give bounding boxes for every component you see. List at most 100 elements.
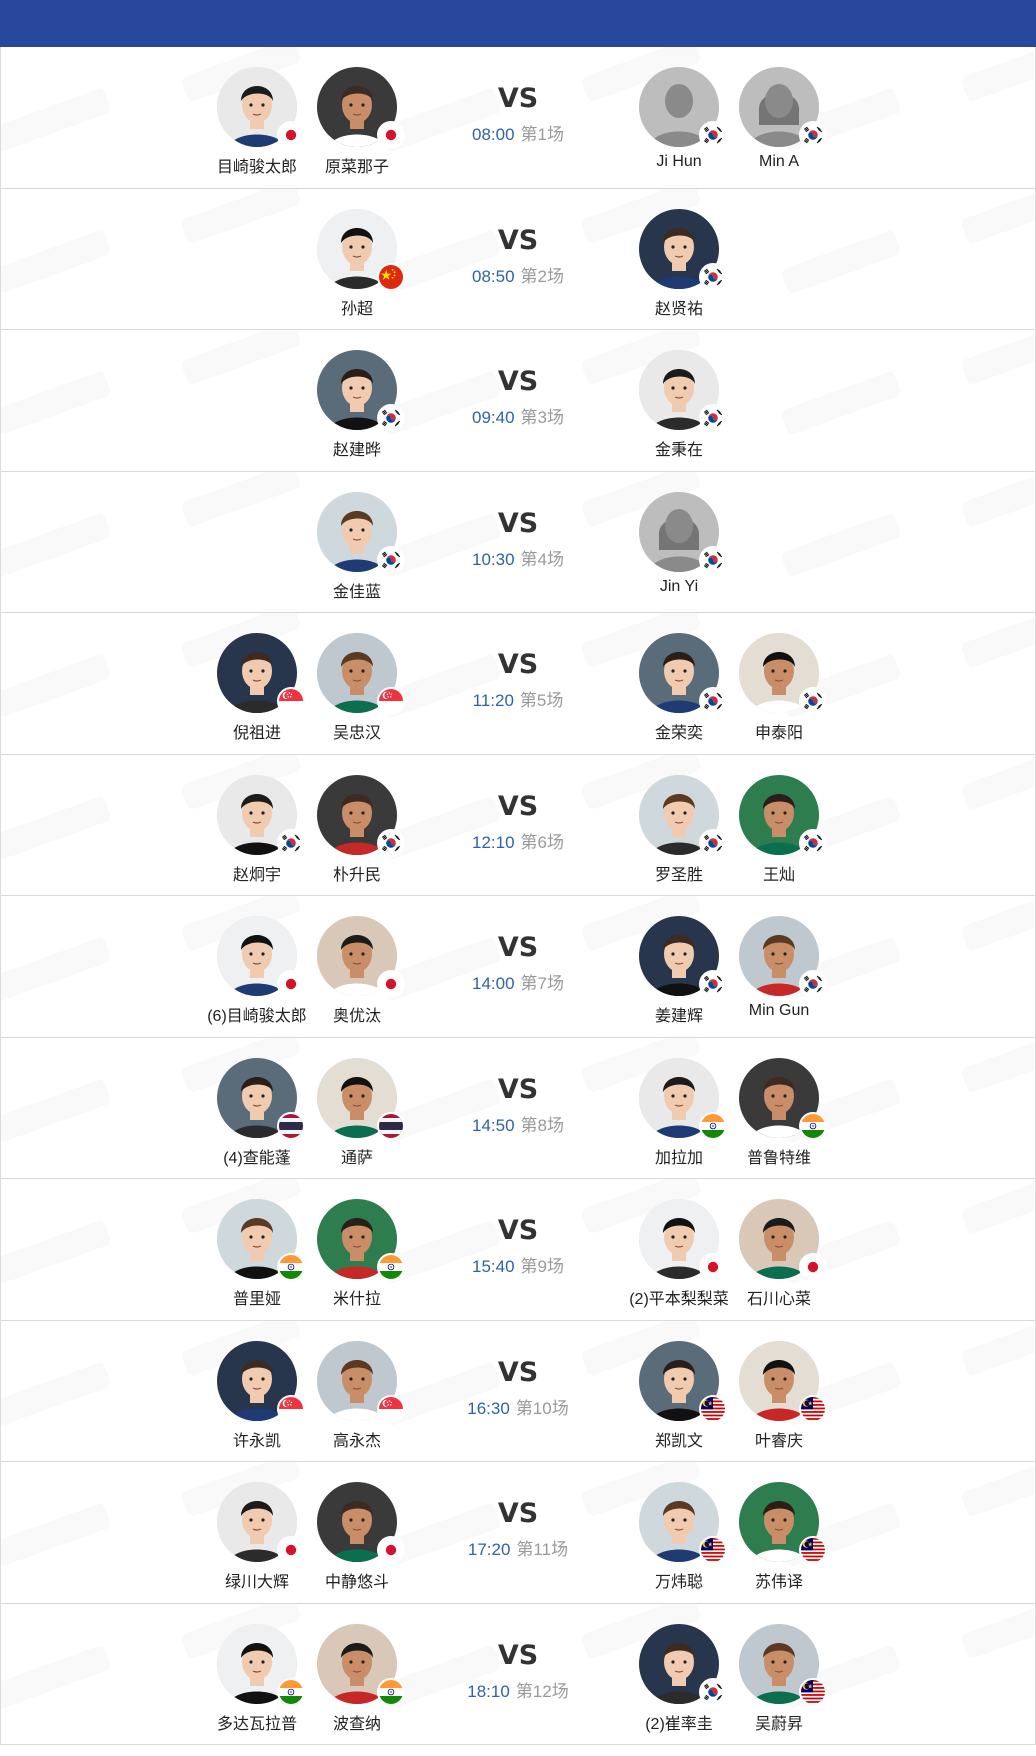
match-number: 第6场 (520, 832, 564, 852)
match-row[interactable]: 金佳蓝 Jin Yi VS 10:30 第4场 (1, 471, 1035, 613)
match-time: 12:10 (471, 832, 515, 852)
player-name: 金佳蓝 (332, 583, 381, 601)
player-name: 赵贤祐 (654, 300, 703, 318)
match-number: 第4场 (520, 549, 564, 569)
player-name: Min Gun (748, 1002, 810, 1019)
player-card[interactable]: 叶睿庆 (699, 1340, 859, 1451)
player-card[interactable]: 原菜那子 (277, 67, 437, 177)
match-info: VS 16:30 第10场 (438, 1357, 598, 1419)
player-card[interactable]: 波查纳 (277, 1623, 437, 1734)
watermark-logo-icon (1, 87, 112, 153)
player-name: 通萨 (340, 1149, 373, 1167)
player-name: Jin Yi (659, 577, 699, 595)
player-card[interactable]: 赵建晔 (277, 350, 437, 460)
player-avatar-wrap (739, 1340, 827, 1423)
player-name: 原菜那子 (324, 159, 389, 176)
watermark-logo-icon (960, 47, 1035, 103)
flag-in-icon (377, 1677, 405, 1706)
match-number: 第10场 (515, 1398, 569, 1418)
player-avatar-wrap (317, 208, 405, 291)
match-row[interactable]: 倪祖进 吴忠汉 金荣奕 申泰阳 VS 11:20 第5场 (1, 613, 1035, 755)
player-card[interactable]: 赵贤祐 (599, 208, 759, 319)
match-row[interactable]: 绿川大辉 中静悠斗 万炜聪 苏伟译 VS 17:20 第11场 (1, 1462, 1035, 1604)
match-time-line: 08:50 第2场 (438, 262, 598, 287)
match-row[interactable]: 普里娅 米什拉 (2)平本梨梨菜 石川心菜 VS 15:40 第9场 (1, 1179, 1035, 1321)
vs-label: VS (497, 1498, 539, 1529)
vs-label: VS (497, 366, 539, 397)
vs-label: VS (497, 507, 539, 539)
player-card[interactable]: Min Gun (699, 916, 859, 1020)
watermark-logo-icon (960, 1462, 1035, 1518)
match-row[interactable]: (4)查能蓬 通萨 加拉加 普鲁特维 VS 14:50 第8场 (1, 1037, 1035, 1179)
match-number: 第11场 (516, 1540, 569, 1559)
flag-kr-icon (699, 262, 727, 291)
watermark-logo-icon (960, 330, 1035, 386)
match-number: 第2场 (520, 266, 564, 286)
match-row[interactable]: 孙超 赵贤祐 VS 08:50 第2场 (1, 188, 1035, 330)
player-name: 高永杰 (332, 1432, 381, 1450)
match-time-line: 15:40 第9场 (438, 1252, 598, 1277)
match-time: 08:50 (471, 266, 515, 286)
player-card[interactable]: 朴升民 (277, 774, 437, 885)
player-card[interactable]: 王灿 (699, 774, 859, 885)
flag-in-icon (377, 1253, 405, 1281)
flag-jp-icon (377, 121, 405, 149)
vs-label: VS (497, 1639, 539, 1671)
player-avatar-wrap (317, 633, 405, 715)
player-card[interactable]: 石川心菜 (699, 1199, 859, 1309)
player-card[interactable]: Min A (699, 67, 859, 171)
match-time-line: 12:10 第6场 (438, 828, 598, 853)
player-card[interactable]: 中静悠斗 (277, 1482, 437, 1592)
match-time: 14:50 (471, 1115, 515, 1135)
match-time: 14:00 (471, 974, 515, 993)
match-time: 11:20 (472, 691, 514, 710)
match-row[interactable]: 赵建晔 金秉在 VS 09:40 第3场 (1, 330, 1035, 472)
flag-sg-icon (377, 687, 405, 715)
watermark-logo-icon (960, 754, 1035, 811)
player-name: 石川心菜 (746, 1291, 811, 1308)
match-row[interactable]: 许永凯 高永杰 郑凯文 叶睿庆 VS 16:30 第10场 (1, 1320, 1035, 1462)
match-time-line: 14:00 第7场 (438, 969, 598, 994)
player-card[interactable]: 普鲁特维 (699, 1057, 859, 1168)
player-name: 朴升民 (332, 866, 381, 884)
player-card[interactable]: 奥优汰 (277, 916, 437, 1026)
player-card[interactable]: 高永杰 (277, 1340, 437, 1451)
player-card[interactable]: 金佳蓝 (277, 491, 437, 602)
match-time: 08:00 (471, 125, 515, 144)
flag-my-icon (799, 1394, 827, 1423)
player-card[interactable]: 米什拉 (277, 1199, 437, 1309)
player-name: 叶睿庆 (754, 1432, 803, 1450)
match-info: VS 14:00 第7场 (438, 932, 598, 994)
player-name: 中静悠斗 (324, 1574, 389, 1591)
vs-label: VS (497, 224, 539, 256)
player-card[interactable]: 吴忠汉 (277, 633, 437, 743)
match-info: VS 09:40 第3场 (438, 366, 598, 428)
player-card[interactable]: 申泰阳 (699, 633, 859, 743)
player-card[interactable]: Jin Yi (599, 491, 759, 596)
player-card[interactable]: 通萨 (277, 1057, 437, 1168)
player-avatar-wrap (639, 491, 727, 574)
player-name: 米什拉 (332, 1291, 381, 1308)
match-time-line: 17:20 第11场 (438, 1535, 598, 1560)
match-row[interactable]: (6)目崎骏太郎 奥优汰 姜建辉 Min Gun VS 14:00 第7场 (1, 896, 1035, 1038)
flag-kr-icon (699, 545, 727, 574)
player-name: Min A (758, 153, 799, 170)
player-card[interactable]: 孙超 (277, 208, 437, 319)
player-avatar-wrap (317, 1340, 405, 1423)
player-avatar-wrap (317, 491, 405, 574)
player-name: 金秉在 (654, 442, 703, 459)
match-row[interactable]: 赵炯宇 朴升民 罗圣胜 王灿 VS 12:10 第6场 (1, 754, 1035, 896)
flag-kr-icon (377, 828, 405, 857)
player-card[interactable]: 吴蔚昇 (699, 1623, 859, 1734)
player-card[interactable]: 金秉在 (599, 350, 759, 460)
player-card[interactable]: 苏伟译 (699, 1482, 859, 1592)
player-avatar-wrap (739, 774, 827, 857)
match-row[interactable]: 目崎骏太郎 原菜那子 Ji Hun Min A VS 08:00 第1场 (1, 47, 1035, 189)
match-row[interactable]: 多达瓦拉普 波查纳 (2)崔率圭 吴蔚昇 VS 18:10 第12场 (1, 1603, 1035, 1745)
player-avatar-wrap (739, 1623, 827, 1706)
player-avatar-wrap (639, 208, 727, 291)
match-number: 第12场 (515, 1681, 569, 1701)
flag-jp-icon (377, 1536, 405, 1564)
vs-label: VS (497, 790, 539, 822)
player-avatar-wrap (739, 1482, 827, 1564)
